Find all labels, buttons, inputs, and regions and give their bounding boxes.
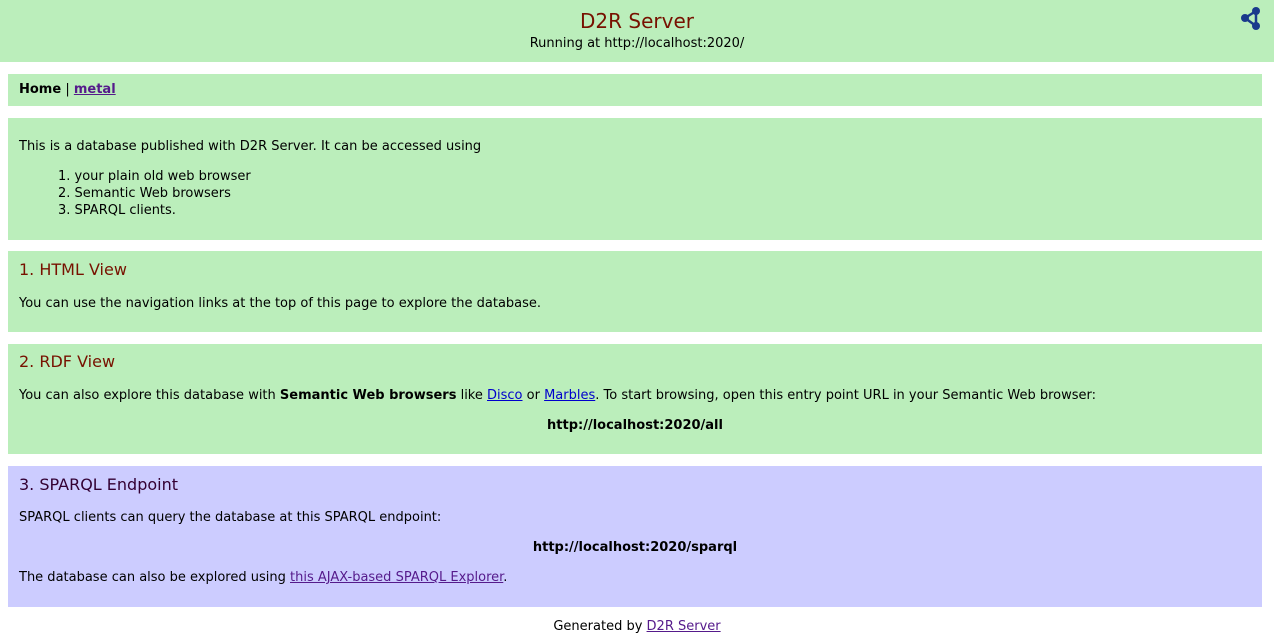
server-url-subtitle: Running at http://localhost:2020/: [529, 36, 745, 51]
sparql-text: SPARQL clients can query the database at…: [19, 510, 442, 525]
html-view-text: You can use the navigation links at the …: [19, 296, 542, 311]
explorer-text-before: The database can also be explored using: [19, 570, 290, 585]
entry-point-url: http://localhost:2020/all: [547, 418, 723, 433]
sparql-explorer-text: The database can also be explored using …: [19, 570, 507, 585]
footer-text: Generated by: [553, 619, 647, 634]
page-header: D2R Server Running at http://localhost:2…: [0, 0, 1274, 62]
list-item: 2. Semantic Web browsers: [58, 186, 231, 201]
nav-separator: |: [65, 82, 70, 97]
marbles-link[interactable]: Marbles: [544, 388, 595, 403]
footer-d2r-link[interactable]: D2R Server: [647, 619, 721, 634]
intro-section: This is a database published with D2R Se…: [8, 118, 1262, 240]
html-view-heading: 1. HTML View: [19, 260, 127, 279]
rdf-view-text: You can also explore this database with …: [19, 388, 1096, 403]
sparql-section: 3. SPARQL Endpoint SPARQL clients can qu…: [8, 466, 1262, 607]
navigation-bar: Home | metal: [8, 74, 1262, 106]
nav-link-metal[interactable]: metal: [74, 82, 116, 97]
rdf-view-section: 2. RDF View You can also explore this da…: [8, 344, 1262, 454]
sparql-explorer-link[interactable]: this AJAX-based SPARQL Explorer: [290, 570, 503, 585]
semantic-web-browsers-label: Semantic Web browsers: [279, 388, 457, 403]
rdf-text-like: like: [456, 388, 488, 403]
rdf-text-or: or: [522, 388, 545, 403]
nav-home: Home: [19, 82, 62, 97]
sparql-heading: 3. SPARQL Endpoint: [19, 475, 178, 494]
rdf-text-before: You can also explore this database with: [19, 388, 280, 403]
sparql-endpoint-url: http://localhost:2020/sparql: [532, 540, 738, 555]
explorer-text-after: .: [503, 570, 508, 585]
rdf-view-heading: 2. RDF View: [19, 352, 116, 371]
disco-link[interactable]: Disco: [487, 388, 523, 403]
page-footer: Generated by D2R Server: [0, 619, 1274, 634]
list-item: 3. SPARQL clients.: [58, 203, 176, 218]
html-view-section: 1. HTML View You can use the navigation …: [8, 251, 1262, 332]
intro-text: This is a database published with D2R Se…: [19, 139, 482, 154]
list-item: 1. your plain old web browser: [58, 169, 251, 184]
share-icon[interactable]: [1238, 6, 1262, 30]
rdf-text-after: . To start browsing, open this entry poi…: [595, 388, 1097, 403]
page-title: D2R Server: [580, 9, 694, 33]
